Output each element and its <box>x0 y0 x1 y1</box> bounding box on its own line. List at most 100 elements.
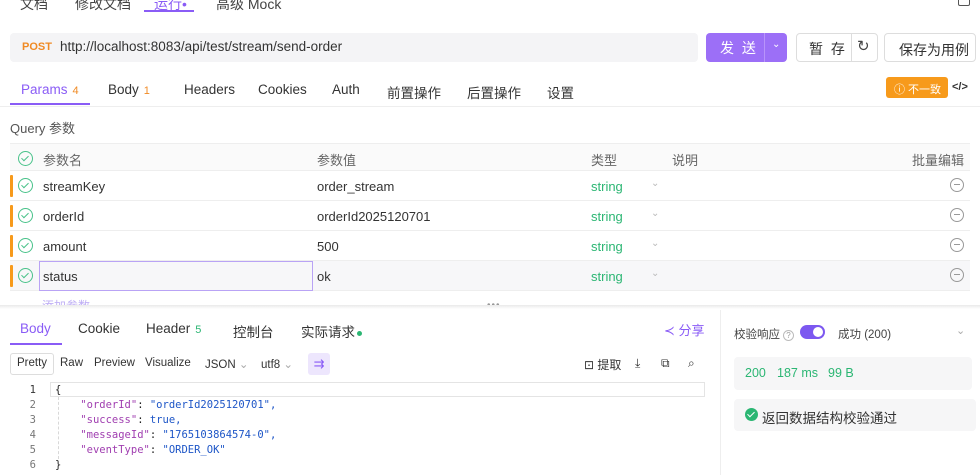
json-value: "ORDER_OK" <box>162 444 226 456</box>
row-checkbox[interactable] <box>18 178 33 193</box>
json-value: "1765103864574-0", <box>162 429 277 441</box>
tab-pre-actions[interactable]: 前置操作 <box>387 82 441 102</box>
tab-params[interactable]: Params 4 <box>21 82 79 97</box>
line-number: 3 <box>29 414 36 426</box>
res-tab-underline <box>10 343 62 345</box>
send-button[interactable]: 发 送 ⌄ <box>706 33 787 62</box>
param-name[interactable]: streamKey <box>43 179 105 194</box>
query-params-label: Query 参数 <box>10 121 76 136</box>
window-icon[interactable] <box>958 0 970 6</box>
tab-response-body[interactable]: Body <box>20 321 51 336</box>
refresh-icon[interactable]: ↻ <box>857 37 870 55</box>
remove-icon[interactable] <box>950 208 964 222</box>
mode-visualize[interactable]: Visualize <box>145 357 191 369</box>
row-marker <box>10 175 13 197</box>
line-number: 5 <box>29 444 36 456</box>
param-value[interactable]: orderId2025120701 <box>317 209 431 224</box>
row-checkbox[interactable] <box>18 268 33 283</box>
param-value[interactable]: 500 <box>317 239 339 254</box>
col-type-header: 类型 <box>591 153 618 168</box>
mode-pretty[interactable]: Pretty <box>10 353 54 375</box>
status-dot <box>357 330 362 336</box>
chevron-down-icon[interactable]: ⌄ <box>772 39 780 50</box>
code-line: 6 } <box>10 459 710 474</box>
param-type[interactable]: string <box>591 209 623 224</box>
url-bar[interactable]: POST http://localhost:8083/api/test/stre… <box>10 33 698 62</box>
param-name[interactable]: amount <box>43 239 86 254</box>
response-time: 187 ms <box>777 366 818 380</box>
tab-auth[interactable]: Auth <box>332 82 360 97</box>
save-as-case-button[interactable]: 保存为用例 <box>884 33 976 62</box>
chevron-down-icon[interactable]: ⌄ <box>956 324 965 337</box>
param-value[interactable]: order_stream <box>317 179 394 194</box>
select-all-checkbox[interactable] <box>18 151 33 166</box>
param-type[interactable]: string <box>591 239 623 254</box>
help-icon[interactable]: ? <box>783 330 794 341</box>
json-value: true, <box>149 414 182 426</box>
param-value[interactable]: ok <box>317 269 331 284</box>
remove-icon[interactable] <box>950 238 964 252</box>
tab-post-actions[interactable]: 后置操作 <box>467 82 521 102</box>
validate-toggle[interactable] <box>800 325 825 339</box>
chevron-down-icon[interactable]: ⌄ <box>651 208 659 219</box>
response-size: 99 B <box>828 366 854 380</box>
share-button[interactable]: ≺ 分享 <box>664 320 705 339</box>
tab-body[interactable]: Body 1 <box>108 82 150 97</box>
code-text: } <box>55 459 62 471</box>
panel-divider <box>0 305 980 309</box>
copy-icon[interactable]: ⧉ <box>661 356 670 371</box>
tab-actual-request-label: 实际请求 <box>301 325 355 340</box>
tab-cookies[interactable]: Cookies <box>258 82 307 97</box>
tab-console[interactable]: 控制台 <box>233 321 274 341</box>
check-circle-icon <box>745 408 758 421</box>
tab-actual-request[interactable]: 实际请求 <box>301 321 362 341</box>
code-icon[interactable]: </> <box>952 81 968 93</box>
download-icon[interactable]: ⤓ <box>635 356 640 371</box>
chevron-down-icon: ⌄ <box>283 359 294 371</box>
format-select[interactable]: JSON ⌄ <box>205 357 249 371</box>
encoding-select[interactable]: utf8 ⌄ <box>261 357 293 371</box>
json-key: "success" <box>80 414 138 426</box>
validation-result-select[interactable]: 成功 (200) <box>838 326 891 342</box>
encoding-value: utf8 <box>261 359 281 371</box>
chevron-down-icon[interactable]: ⌄ <box>651 238 659 249</box>
row-marker <box>10 205 13 227</box>
tab-docs[interactable]: 文档 <box>20 0 48 14</box>
mismatch-badge[interactable]: ⓘ 不一致 <box>886 77 948 98</box>
tab-body-label: Body <box>108 82 139 97</box>
extract-icon: ⊡ <box>584 358 595 372</box>
search-icon[interactable]: ⌕ <box>688 356 695 371</box>
extract-button[interactable]: ⊡ 提取 <box>584 356 621 373</box>
wrap-icon[interactable]: ⇉ <box>308 353 330 375</box>
tab-response-cookie[interactable]: Cookie <box>78 321 120 336</box>
bulk-edit-button[interactable]: 批量编辑 <box>912 150 964 169</box>
mode-raw[interactable]: Raw <box>60 357 83 369</box>
tab-advanced-mock[interactable]: 高级 Mock <box>216 0 281 14</box>
row-checkbox[interactable] <box>18 238 33 253</box>
req-tab-underline <box>10 103 90 105</box>
param-name-editor[interactable] <box>39 261 313 291</box>
remove-icon[interactable] <box>950 268 964 282</box>
tab-headers[interactable]: Headers <box>184 82 235 97</box>
tab-settings[interactable]: 设置 <box>547 82 574 102</box>
send-label: 发 送 <box>720 40 758 56</box>
param-name[interactable]: status <box>43 269 78 284</box>
http-method[interactable]: POST <box>22 41 52 53</box>
chevron-down-icon[interactable]: ⌄ <box>651 268 659 279</box>
mode-preview[interactable]: Preview <box>94 357 135 369</box>
line-number: 1 <box>29 384 36 396</box>
response-code[interactable]: 1 { 2 "orderId": "orderId2025120701", 3 … <box>10 382 710 475</box>
row-checkbox[interactable] <box>18 208 33 223</box>
param-type[interactable]: string <box>591 269 623 284</box>
param-name[interactable]: orderId <box>43 209 84 224</box>
save-button[interactable]: 暂 存 ↻ <box>796 33 878 62</box>
json-key: "eventType" <box>80 444 150 456</box>
chevron-down-icon[interactable]: ⌄ <box>651 178 659 189</box>
tab-edit-docs[interactable]: 修改文档 <box>75 0 131 14</box>
code-line: 3 "success": true, <box>10 414 710 429</box>
param-type[interactable]: string <box>591 179 623 194</box>
url-input[interactable]: http://localhost:8083/api/test/stream/se… <box>60 39 342 54</box>
vertical-divider <box>720 310 721 475</box>
tab-response-header[interactable]: Header 5 <box>146 321 201 336</box>
remove-icon[interactable] <box>950 178 964 192</box>
